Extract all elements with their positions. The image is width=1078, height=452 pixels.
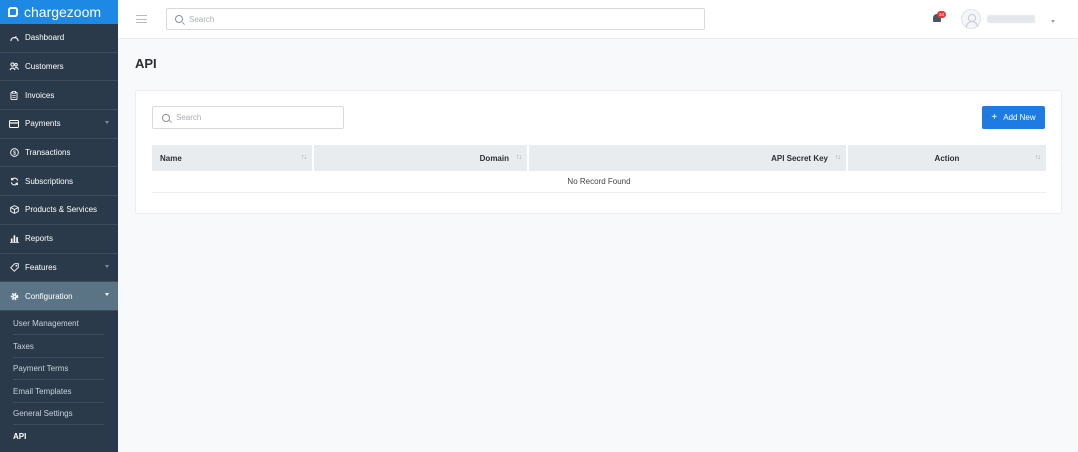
empty-state-message: No Record Found — [567, 177, 631, 186]
sidebar-subitem-taxes[interactable]: Taxes — [13, 335, 104, 358]
sidebar-item-configuration[interactable]: Configuration — [0, 282, 118, 311]
table-search-input[interactable]: Search — [152, 106, 344, 129]
dollar-icon: $ — [9, 148, 19, 158]
column-header-api-secret-key[interactable]: API Secret Key ↑↓ — [529, 145, 848, 171]
sidebar-item-label: Payments — [25, 119, 61, 129]
sidebar-item-dashboard[interactable]: Dashboard — [0, 24, 118, 53]
search-icon — [175, 15, 183, 23]
configuration-submenu: User Management Taxes Payment Terms Emai… — [0, 310, 118, 448]
sidebar-item-products-services[interactable]: Products & Services — [0, 196, 118, 225]
table-search-placeholder: Search — [176, 113, 202, 122]
sidebar-item-label: Dashboard — [25, 33, 65, 43]
user-name-redacted — [987, 15, 1035, 23]
sidebar-item-reports[interactable]: Reports — [0, 225, 118, 254]
sidebar-item-label: Features — [25, 262, 57, 272]
brand-logo[interactable]: chargezoom — [0, 0, 118, 24]
tag-icon — [9, 262, 19, 272]
sidebar-item-transactions[interactable]: $ Transactions — [0, 139, 118, 168]
empty-state-row: No Record Found — [152, 171, 1046, 193]
add-new-button[interactable]: + Add New — [982, 106, 1045, 129]
customers-icon — [9, 62, 19, 72]
sidebar-item-label: Invoices — [25, 90, 55, 100]
box-icon — [9, 205, 19, 215]
notification-badge: 34 — [937, 11, 946, 18]
sidebar-item-features[interactable]: Features — [0, 254, 118, 283]
sidebar-item-label: Subscriptions — [25, 176, 74, 186]
column-label: Name — [160, 153, 182, 163]
card-icon — [9, 119, 19, 129]
column-header-action[interactable]: Action ↑↓ — [848, 145, 1046, 171]
table-header: Name ↑↓ Domain ↑↓ API Secret Key ↑↓ Acti… — [152, 145, 1046, 171]
global-search-placeholder: Search — [189, 14, 215, 24]
chevron-down-icon — [105, 264, 109, 268]
sidebar-item-label: Configuration — [25, 291, 73, 301]
menu-toggle-icon[interactable] — [136, 15, 147, 23]
chargezoom-logo-icon — [8, 7, 18, 17]
sort-icon: ↑↓ — [1035, 154, 1041, 161]
api-table: Name ↑↓ Domain ↑↓ API Secret Key ↑↓ Acti… — [152, 145, 1046, 193]
avatar — [961, 9, 981, 29]
add-new-label: Add New — [1003, 113, 1036, 122]
dashboard-icon — [9, 33, 19, 43]
sidebar-subitem-payment-terms[interactable]: Payment Terms — [13, 358, 104, 381]
chevron-down-icon — [105, 121, 109, 125]
column-label: Domain — [479, 153, 509, 163]
sidebar-item-invoices[interactable]: Invoices — [0, 81, 118, 111]
page-title: API — [135, 56, 157, 71]
sidebar: chargezoom Dashboard Customers Invoices … — [0, 0, 118, 452]
notifications-button[interactable]: 34 — [932, 11, 946, 24]
sidebar-item-subscriptions[interactable]: Subscriptions — [0, 167, 118, 197]
sidebar-subitem-api[interactable]: API — [13, 425, 104, 448]
search-icon — [162, 113, 170, 122]
sidebar-item-label: Products & Services — [25, 205, 98, 215]
top-bar: Search 34 — [118, 0, 1078, 39]
invoice-icon — [9, 90, 19, 100]
plus-icon: + — [991, 111, 998, 123]
sidebar-item-payments[interactable]: Payments — [0, 110, 118, 139]
chevron-down-icon — [1051, 19, 1055, 23]
sidebar-item-label: Customers — [25, 62, 64, 72]
bar-chart-icon — [9, 234, 19, 244]
sort-icon: ↑↓ — [835, 154, 841, 161]
sidebar-subitem-general-settings[interactable]: General Settings — [13, 403, 104, 426]
chevron-down-icon — [105, 293, 109, 297]
sort-icon: ↑↓ — [301, 154, 307, 161]
refresh-icon — [9, 176, 19, 186]
sidebar-item-label: Reports — [25, 234, 54, 244]
column-label: API Secret Key — [771, 153, 828, 163]
column-header-domain[interactable]: Domain ↑↓ — [314, 145, 529, 171]
user-menu[interactable] — [961, 9, 1055, 29]
sort-icon: ↑↓ — [516, 154, 522, 161]
column-header-name[interactable]: Name ↑↓ — [152, 145, 314, 171]
global-search-input[interactable]: Search — [166, 8, 705, 30]
sidebar-item-customers[interactable]: Customers — [0, 53, 118, 82]
gear-icon — [9, 291, 19, 301]
api-card: Search + Add New Name ↑↓ Domain ↑↓ API S… — [135, 90, 1062, 214]
column-label: Action — [934, 153, 960, 163]
sidebar-subitem-user-management[interactable]: User Management — [13, 313, 104, 336]
brand-name: chargezoom — [24, 4, 102, 20]
sidebar-subitem-email-templates[interactable]: Email Templates — [13, 380, 104, 403]
sidebar-item-label: Transactions — [25, 148, 71, 158]
